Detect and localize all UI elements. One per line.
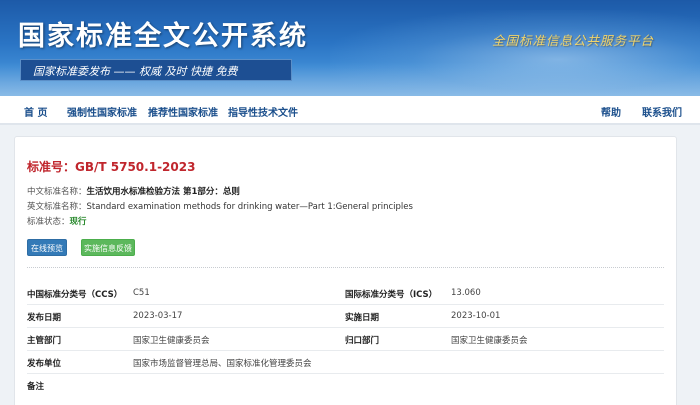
- section-divider: [27, 267, 664, 268]
- implement-date-value: 2023-10-01: [451, 311, 501, 321]
- standard-number-value: GB/T 5750.1-2023: [75, 160, 196, 174]
- table-row: 中国标准分类号（CCS） C51 国际标准分类号（ICS） 13.060: [27, 282, 664, 305]
- nav-contact-us[interactable]: 联系我们: [642, 104, 682, 119]
- en-name-label: 英文标准名称：: [27, 202, 87, 212]
- slogan-text: 国家标准委发布 —— 权威 及时 快捷 免费: [33, 65, 238, 78]
- en-name-line: 英文标准名称：Standard examination methods for …: [27, 200, 413, 212]
- publish-date-value: 2023-03-17: [133, 311, 183, 321]
- table-row: 发布单位 国家市场监督管理总局、国家标准化管理委员会: [27, 351, 664, 374]
- site-title: 国家标准全文公开系统: [18, 21, 308, 52]
- en-name-value: Standard examination methods for drinkin…: [86, 202, 413, 212]
- slogan-bar: 国家标准委发布 —— 权威 及时 快捷 免费: [20, 59, 292, 81]
- table-row: 发布日期 2023-03-17 实施日期 2023-10-01: [27, 305, 664, 328]
- cn-name-line: 中文标准名称：生活饮用水标准检验方法 第1部分：总则: [27, 185, 240, 197]
- nav-help[interactable]: 帮助: [601, 104, 621, 119]
- nav-recommended-standards[interactable]: 推荐性国家标准: [148, 104, 218, 119]
- issuer-label: 发布单位: [27, 359, 62, 369]
- standard-detail-panel: 标准号：GB/T 5750.1-2023 中文标准名称：生活饮用水标准检验方法 …: [14, 136, 677, 405]
- issuer-value: 国家市场监督管理总局、国家标准化管理委员会: [133, 359, 312, 369]
- table-row: 备注: [27, 374, 664, 397]
- status-line: 标准状态：现行: [27, 215, 87, 227]
- competent-dept-value: 国家卫生健康委员会: [133, 336, 210, 346]
- cn-name-label: 中文标准名称：: [27, 187, 87, 197]
- detail-table: 中国标准分类号（CCS） C51 国际标准分类号（ICS） 13.060 发布日…: [27, 282, 664, 397]
- platform-name: 全国标准信息公共服务平台: [492, 33, 655, 48]
- publish-date-label: 发布日期: [27, 313, 62, 323]
- standard-number: 标准号：GB/T 5750.1-2023: [27, 158, 195, 175]
- table-row: 主管部门 国家卫生健康委员会 归口部门 国家卫生健康委员会: [27, 328, 664, 351]
- online-preview-button[interactable]: 在线预览: [27, 239, 67, 256]
- ics-value: 13.060: [451, 288, 481, 298]
- nav-home[interactable]: 首 页: [24, 104, 47, 119]
- site-banner: 国家标准全文公开系统 国家标准委发布 —— 权威 及时 快捷 免费 全国标准信息…: [0, 0, 700, 96]
- app-root: 国家标准全文公开系统 国家标准委发布 —— 权威 及时 快捷 免费 全国标准信息…: [0, 0, 700, 405]
- cn-name-value: 生活饮用水标准检验方法 第1部分：总则: [86, 187, 240, 197]
- status-label: 标准状态：: [27, 217, 70, 227]
- centralized-dept-label: 归口部门: [345, 336, 380, 346]
- ics-label: 国际标准分类号（ICS）: [345, 290, 438, 300]
- ccs-label: 中国标准分类号（CCS）: [27, 290, 123, 300]
- nav-underline: [0, 123, 700, 125]
- competent-dept-label: 主管部门: [27, 336, 62, 346]
- implement-date-label: 实施日期: [345, 313, 380, 323]
- remarks-label: 备注: [27, 382, 45, 392]
- status-badge: 现行: [69, 217, 87, 227]
- centralized-dept-value: 国家卫生健康委员会: [451, 336, 528, 346]
- main-nav: 首 页 强制性国家标准 推荐性国家标准 指导性技术文件 帮助 联系我们: [0, 96, 700, 124]
- implementation-feedback-button[interactable]: 实施信息反馈: [81, 239, 135, 256]
- standard-number-label: 标准号：: [27, 160, 76, 174]
- ccs-value: C51: [133, 288, 150, 298]
- nav-mandatory-standards[interactable]: 强制性国家标准: [67, 104, 137, 119]
- nav-guidance-documents[interactable]: 指导性技术文件: [228, 104, 298, 119]
